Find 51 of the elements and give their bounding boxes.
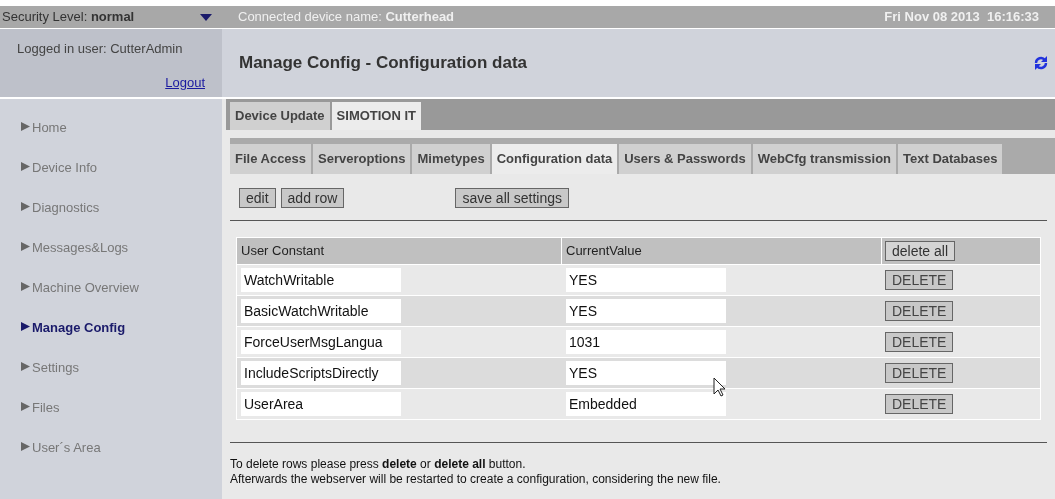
- device-name: Connected device name: Cutterhead: [238, 8, 455, 27]
- constant-field[interactable]: UserArea: [241, 392, 401, 416]
- triangle-icon: [21, 122, 30, 131]
- triangle-icon: [21, 322, 30, 331]
- tab[interactable]: Users & Passwords: [619, 144, 751, 174]
- delete-all-button[interactable]: delete all: [885, 241, 956, 261]
- constant-field[interactable]: IncludeScriptsDirectly: [241, 361, 401, 385]
- toolbar-button[interactable]: edit: [239, 188, 276, 208]
- date-time: Fri Nov 08 2013 16:16:33: [884, 8, 1039, 27]
- delete-button[interactable]: DELETE: [885, 301, 954, 321]
- tab[interactable]: Device Update: [230, 102, 330, 130]
- delete-button[interactable]: DELETE: [885, 332, 954, 352]
- triangle-icon: [21, 202, 30, 211]
- triangle-icon: [21, 282, 30, 291]
- refresh-icon[interactable]: [1033, 55, 1049, 71]
- delete-button[interactable]: DELETE: [885, 363, 954, 383]
- tab[interactable]: Serveroptions: [313, 144, 411, 174]
- triangle-icon: [21, 242, 30, 251]
- constant-field[interactable]: BasicWatchWritable: [241, 299, 401, 323]
- cursor-icon: [713, 377, 726, 397]
- triangle-icon: [21, 162, 30, 171]
- nav-item[interactable]: Manage Config: [0, 318, 222, 358]
- column-header: User Constant: [237, 238, 561, 264]
- page-title: Manage Config - Configuration data: [239, 52, 528, 75]
- tab[interactable]: Text Databases: [898, 144, 1003, 174]
- logout-link[interactable]: Logout: [165, 72, 205, 92]
- constant-field[interactable]: WatchWritable: [241, 268, 401, 292]
- value-field[interactable]: YES: [566, 268, 726, 292]
- help-text: To delete rows please press delete or delete all button.: [230, 457, 527, 472]
- tab[interactable]: SIMOTION IT: [331, 102, 422, 130]
- value-field[interactable]: YES: [566, 299, 726, 323]
- triangle-icon: [21, 362, 30, 371]
- value-field[interactable]: 1031: [566, 330, 726, 354]
- value-field[interactable]: YES: [566, 361, 726, 385]
- delete-button[interactable]: DELETE: [885, 394, 954, 414]
- logged-in-user: Logged in user: CutterAdmin: [17, 40, 184, 58]
- triangle-icon: [21, 442, 30, 451]
- triangle-icon: [21, 402, 30, 411]
- help-text: Afterwards the webserver will be restarted to create a configuration, considering the new file.: [230, 472, 722, 487]
- tab[interactable]: Mimetypes: [412, 144, 490, 174]
- tab[interactable]: File Access: [230, 144, 312, 174]
- security-level: Security Level: normal: [2, 8, 135, 27]
- constant-field[interactable]: ForceUserMsgLangua: [241, 330, 401, 354]
- tab[interactable]: WebCfg transmission: [752, 144, 897, 174]
- column-header: CurrentValue: [562, 238, 881, 264]
- toolbar-button[interactable]: add row: [280, 188, 345, 208]
- save-button[interactable]: save all settings: [455, 188, 569, 208]
- dropdown-icon[interactable]: [200, 13, 212, 21]
- value-field[interactable]: Embedded: [566, 392, 726, 416]
- delete-button[interactable]: DELETE: [885, 270, 954, 290]
- tab[interactable]: Configuration data: [491, 144, 618, 174]
